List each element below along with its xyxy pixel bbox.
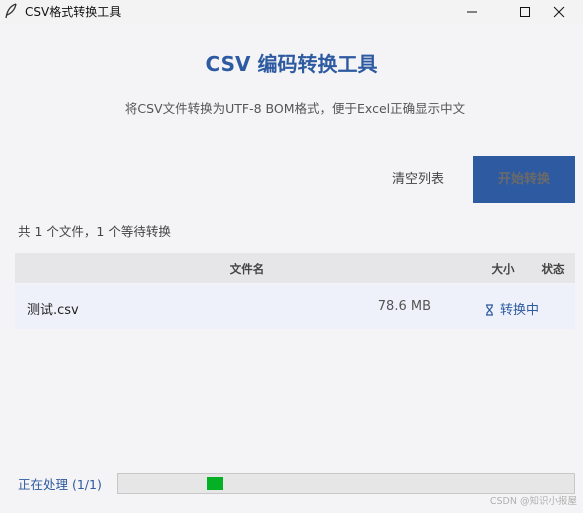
window-title: CSV格式转换工具 — [25, 5, 122, 19]
maximize-icon — [520, 7, 530, 17]
table-header: 文件名 大小 状态 — [15, 253, 575, 283]
progress-bar — [117, 473, 575, 494]
page-subtitle: 将CSV文件转换为UTF-8 BOM格式，便于Excel正确显示中文 — [124, 101, 466, 116]
file-name-cell: 测试.csv — [27, 303, 79, 318]
column-header-status[interactable]: 状态 — [535, 261, 571, 277]
file-size-cell: 78.6 MB — [377, 299, 431, 314]
title-bar: CSV格式转换工具 — [0, 0, 583, 24]
watermark: CSDN @知识小报屋 — [489, 496, 577, 507]
table-row[interactable]: 测试.csv 78.6 MB 转换中 — [15, 284, 575, 329]
column-header-filename[interactable]: 文件名 — [215, 261, 279, 277]
start-convert-button[interactable]: 开始转换 — [473, 156, 575, 203]
column-header-size[interactable]: 大小 — [485, 261, 521, 277]
progress-indicator — [207, 477, 223, 490]
feather-icon — [4, 3, 18, 19]
hourglass-icon — [486, 304, 493, 316]
file-summary: 共 1 个文件，1 个等待转换 — [18, 224, 171, 239]
processing-status: 正在处理 (1/1) — [18, 477, 102, 492]
clear-list-button[interactable]: 清空列表 — [375, 168, 461, 192]
page-title: CSV 编码转换工具 — [205, 52, 378, 76]
minimize-button[interactable] — [450, 0, 496, 24]
close-button[interactable] — [537, 0, 583, 24]
file-status-cell: 转换中 — [485, 299, 539, 318]
close-icon — [553, 6, 565, 18]
status-label: 转换中 — [500, 303, 540, 318]
minimize-icon — [467, 11, 477, 13]
